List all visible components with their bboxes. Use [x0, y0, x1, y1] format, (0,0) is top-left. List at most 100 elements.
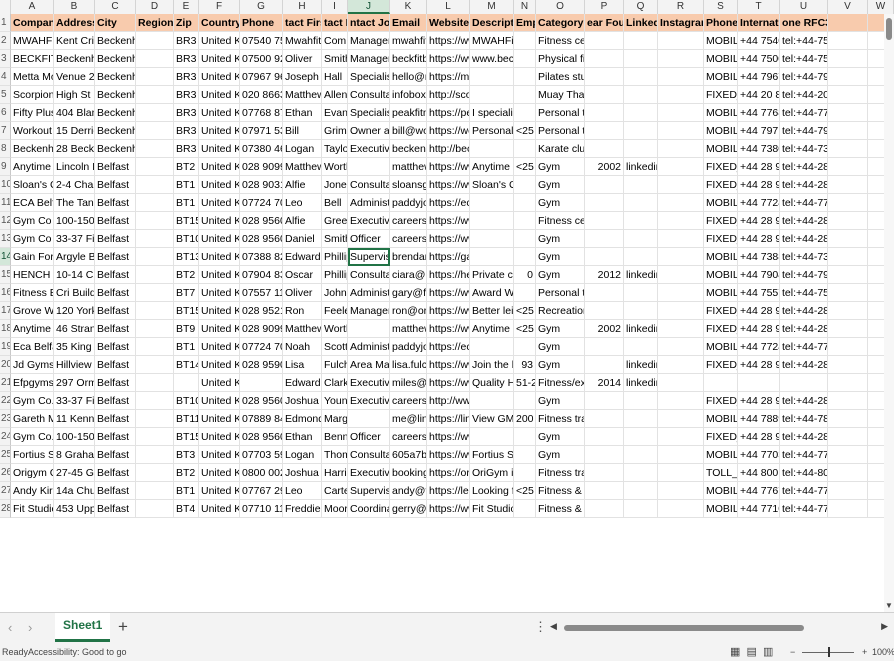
- table-cell[interactable]: tel:+44-28-9590-7345: [780, 356, 828, 374]
- table-cell[interactable]: Gym Co: [11, 212, 54, 230]
- table-cell[interactable]: Muay Thai boxing gym: [536, 86, 585, 104]
- table-cell[interactable]: [136, 32, 174, 50]
- table-cell[interactable]: [658, 428, 704, 446]
- table-cell[interactable]: Fortius Str: [11, 446, 54, 464]
- table-cell[interactable]: Fitness Bel: [11, 284, 54, 302]
- table-cell[interactable]: http://beckenhamkarate.co.uk/: [427, 140, 470, 158]
- header-cell[interactable]: Internat: [738, 14, 780, 32]
- table-cell[interactable]: BR3 4LS: [174, 140, 199, 158]
- table-cell[interactable]: +44 28 95:: [738, 302, 780, 320]
- table-cell[interactable]: Johnson: [322, 284, 348, 302]
- table-cell[interactable]: +44 28 95(: [738, 392, 780, 410]
- table-cell[interactable]: Executive: [348, 212, 390, 230]
- table-cell[interactable]: United Kin: [199, 104, 240, 122]
- table-cell[interactable]: [585, 392, 624, 410]
- table-cell[interactable]: Fitness & instruction: [536, 500, 585, 518]
- table-cell[interactable]: [136, 266, 174, 284]
- table-cell[interactable]: 07710 119: [240, 500, 283, 518]
- table-cell[interactable]: tel:+44-7703-597956: [780, 446, 828, 464]
- table-cell[interactable]: 2014: [585, 374, 624, 392]
- table-cell[interactable]: MOBILE: [704, 248, 738, 266]
- table-cell[interactable]: BT15 1WA: [174, 212, 199, 230]
- column-header-j[interactable]: J: [348, 0, 390, 14]
- table-cell[interactable]: Gym: [536, 266, 585, 284]
- table-cell[interactable]: https://ori: [427, 464, 470, 482]
- table-cell[interactable]: [828, 68, 868, 86]
- table-cell[interactable]: 2002: [585, 158, 624, 176]
- table-cell[interactable]: Beckenhar: [11, 140, 54, 158]
- horizontal-scroll-thumb[interactable]: [564, 625, 804, 631]
- table-cell[interactable]: [585, 122, 624, 140]
- column-header-u[interactable]: U: [780, 0, 828, 14]
- table-cell[interactable]: +44 28 95(: [738, 212, 780, 230]
- table-cell[interactable]: Beckenhar: [54, 50, 95, 68]
- table-cell[interactable]: [470, 194, 514, 212]
- table-cell[interactable]: <25: [514, 482, 536, 500]
- table-cell[interactable]: me@linktr: [390, 410, 427, 428]
- table-cell[interactable]: tel:+44-7768-872052: [780, 104, 828, 122]
- table-cell[interactable]: Belfast: [95, 428, 136, 446]
- table-cell[interactable]: Specialist: [348, 104, 390, 122]
- table-cell[interactable]: Private co: [470, 266, 514, 284]
- table-cell[interactable]: https://ecagymbelfast.co.uk: [427, 338, 470, 356]
- table-cell[interactable]: FIXED_LIN: [704, 320, 738, 338]
- row-number[interactable]: 18: [0, 320, 11, 338]
- scroll-right-icon[interactable]: ▶: [881, 621, 888, 632]
- accessibility-status[interactable]: Accessibility: Good to go: [28, 643, 127, 661]
- column-header-k[interactable]: K: [390, 0, 427, 14]
- table-cell[interactable]: Fortius S&C Gym in Be: [470, 446, 514, 464]
- table-cell[interactable]: Margai: [322, 410, 348, 428]
- table-cell[interactable]: https://linl: [427, 410, 470, 428]
- table-cell[interactable]: [780, 374, 828, 392]
- table-cell[interactable]: Ethan: [283, 104, 322, 122]
- table-cell[interactable]: United Kin: [199, 482, 240, 500]
- table-cell[interactable]: BR3 4NN: [174, 104, 199, 122]
- row-number[interactable]: 10: [0, 176, 11, 194]
- table-cell[interactable]: [704, 374, 738, 392]
- table-cell[interactable]: Phillips: [322, 266, 348, 284]
- zoom-slider-knob[interactable]: [828, 647, 830, 657]
- table-cell[interactable]: [658, 32, 704, 50]
- header-cell[interactable]: Company: [11, 14, 54, 32]
- table-cell[interactable]: 2002: [585, 320, 624, 338]
- header-cell[interactable]: Category: [536, 14, 585, 32]
- table-cell[interactable]: 100-150 Y: [54, 428, 95, 446]
- table-cell[interactable]: Noah: [283, 338, 322, 356]
- row-number[interactable]: 3: [0, 50, 11, 68]
- table-cell[interactable]: 11 Kenned: [54, 410, 95, 428]
- table-cell[interactable]: Personal T: [470, 122, 514, 140]
- table-cell[interactable]: +44 7904 8: [738, 266, 780, 284]
- table-cell[interactable]: [624, 338, 658, 356]
- column-header-bar[interactable]: ABCDEFGHIJKLMNOPQRSTUVW: [0, 0, 894, 15]
- table-cell[interactable]: United Kin: [199, 32, 240, 50]
- table-cell[interactable]: ECA Belfas: [11, 194, 54, 212]
- table-cell[interactable]: [514, 176, 536, 194]
- prev-sheet-icon[interactable]: ‹: [8, 620, 12, 635]
- table-cell[interactable]: [470, 140, 514, 158]
- table-cell[interactable]: [658, 230, 704, 248]
- table-cell[interactable]: BT10 0JB: [174, 392, 199, 410]
- table-cell[interactable]: gerry@per: [390, 500, 427, 518]
- row-number[interactable]: 27: [0, 482, 11, 500]
- table-cell[interactable]: Belfast: [95, 446, 136, 464]
- table-cell[interactable]: Grove Wel: [11, 302, 54, 320]
- header-cell[interactable]: Email: [390, 14, 427, 32]
- table-cell[interactable]: [658, 284, 704, 302]
- table-cell[interactable]: Manager: [348, 302, 390, 320]
- table-cell[interactable]: tel:+44-28-9560-0669: [780, 230, 828, 248]
- table-cell[interactable]: BT4 3LJ: [174, 500, 199, 518]
- table-cell[interactable]: BT1 4QN: [174, 482, 199, 500]
- table-cell[interactable]: [624, 140, 658, 158]
- table-cell[interactable]: 100-150 C: [54, 212, 95, 230]
- table-cell[interactable]: 07724 705: [240, 194, 283, 212]
- table-cell[interactable]: Sloan's Gym Belfast c: [470, 176, 514, 194]
- table-cell[interactable]: +44 7703 5: [738, 446, 780, 464]
- table-cell[interactable]: hello@me: [390, 68, 427, 86]
- table-cell[interactable]: [658, 464, 704, 482]
- table-cell[interactable]: [624, 464, 658, 482]
- table-cell[interactable]: Belfast: [95, 410, 136, 428]
- table-cell[interactable]: [828, 122, 868, 140]
- table-cell[interactable]: tel:+44-28-9560-0669: [780, 212, 828, 230]
- table-cell[interactable]: Gym Co Fi: [11, 230, 54, 248]
- column-header-i[interactable]: I: [322, 0, 348, 14]
